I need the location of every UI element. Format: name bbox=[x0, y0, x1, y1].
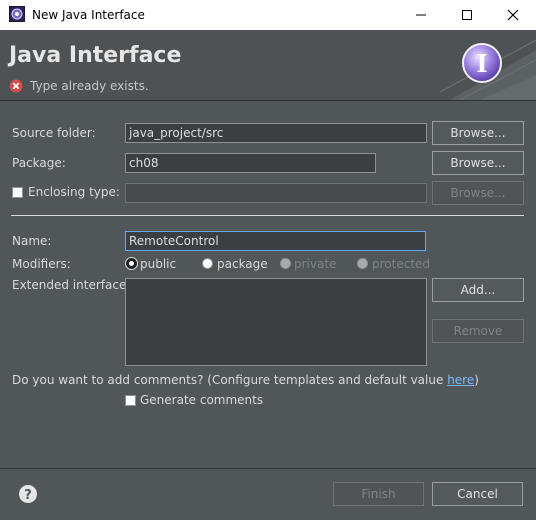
minimize-icon bbox=[416, 14, 426, 16]
add-interface-button[interactable]: Add... bbox=[432, 278, 524, 302]
cancel-button[interactable]: Cancel bbox=[432, 482, 523, 506]
extended-interfaces-label: Extended interfaces: bbox=[12, 278, 137, 292]
modifier-private-label: private bbox=[294, 257, 337, 271]
enclosing-type-field[interactable] bbox=[125, 183, 427, 203]
separator bbox=[11, 215, 524, 216]
error-message: Type already exists. bbox=[30, 79, 149, 93]
modifier-private-radio[interactable] bbox=[280, 258, 291, 269]
modifier-protected-radio[interactable] bbox=[357, 258, 368, 269]
modifier-public-label: public bbox=[140, 257, 177, 271]
finish-button[interactable]: Finish bbox=[333, 482, 424, 506]
enclosing-type-label: Enclosing type: bbox=[28, 185, 120, 199]
modifiers-label: Modifiers: bbox=[12, 257, 71, 271]
generate-comments-checkbox[interactable] bbox=[125, 395, 136, 406]
modifier-public-radio[interactable] bbox=[126, 258, 137, 269]
configure-templates-link[interactable]: here bbox=[447, 373, 474, 387]
error-icon bbox=[9, 79, 23, 93]
help-icon[interactable]: ? bbox=[18, 484, 38, 504]
modifier-package-label: package bbox=[217, 257, 268, 271]
extended-interfaces-list[interactable] bbox=[125, 278, 427, 366]
comments-question-end: ) bbox=[474, 373, 479, 387]
source-folder-label: Source folder: bbox=[12, 126, 96, 140]
eclipse-new-interface-icon bbox=[9, 6, 25, 22]
comments-question-text: Do you want to add comments? (Configure … bbox=[12, 373, 448, 387]
remove-interface-button[interactable]: Remove bbox=[432, 319, 524, 343]
enclosing-type-checkbox[interactable] bbox=[12, 187, 23, 198]
package-field[interactable]: ch08 bbox=[125, 153, 376, 173]
modifier-package-radio[interactable] bbox=[202, 258, 213, 269]
page-title: Java Interface bbox=[9, 43, 182, 68]
browse-package-button[interactable]: Browse... bbox=[432, 151, 524, 175]
interface-badge-icon: I bbox=[460, 41, 504, 85]
browse-source-folder-button[interactable]: Browse... bbox=[432, 121, 524, 145]
modifier-protected-label: protected bbox=[372, 257, 431, 271]
minimize-button[interactable] bbox=[398, 0, 444, 30]
name-field[interactable]: RemoteControl bbox=[125, 231, 426, 251]
name-label: Name: bbox=[12, 234, 52, 248]
comments-question: Do you want to add comments? (Configure … bbox=[12, 373, 479, 387]
maximize-icon bbox=[462, 10, 472, 20]
package-label: Package: bbox=[12, 156, 66, 170]
svg-text:I: I bbox=[476, 49, 487, 78]
close-icon bbox=[507, 9, 519, 21]
generate-comments-label: Generate comments bbox=[140, 393, 264, 407]
window-title: New Java Interface bbox=[32, 8, 145, 22]
browse-enclosing-type-button[interactable]: Browse... bbox=[432, 181, 524, 205]
close-button[interactable] bbox=[490, 0, 536, 30]
maximize-button[interactable] bbox=[444, 0, 490, 30]
source-folder-field[interactable]: java_project/src bbox=[125, 123, 427, 143]
svg-text:?: ? bbox=[24, 488, 32, 503]
